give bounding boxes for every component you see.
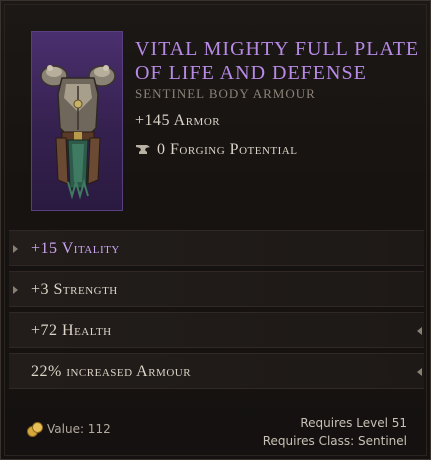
tier-arrow-icon [417,368,422,376]
forging-potential: 0 Forging Potential [135,141,297,159]
item-value-label: Value: 112 [47,422,111,436]
armor-stat: +145 Armor [135,112,221,129]
affix-row: +15 Vitality [9,230,424,266]
item-name: Vital Mighty Full Plate of Life and Defe… [135,38,420,84]
affix-label: +72 Health [31,322,112,339]
item-type: Sentinel Body Armour [135,86,316,101]
affix-label: +3 Strength [31,281,118,298]
affix-list: +15 Vitality +3 Strength +72 Health 22% … [9,230,424,394]
gold-coins-icon [27,422,43,437]
tier-arrow-icon [417,327,422,335]
affix-row: +72 Health [9,312,424,348]
affix-row: 22% increased Armour [9,353,424,389]
affix-label: 22% increased Armour [31,363,192,380]
tier-arrow-icon [13,245,18,253]
item-tooltip: Vital Mighty Full Plate of Life and Defe… [0,0,431,460]
forging-potential-label: 0 Forging Potential [157,141,298,158]
item-image [31,31,123,211]
tier-arrow-icon [13,286,18,294]
affix-row: +3 Strength [9,271,424,307]
requirements: Requires Level 51 Requires Class: Sentin… [263,414,407,450]
requires-class: Requires Class: Sentinel [262,434,407,448]
anvil-icon [136,145,150,154]
affix-label: +15 Vitality [31,240,120,257]
requires-level: Requires Level 51 [300,416,407,430]
item-value: Value: 112 [27,422,111,437]
body-armour-icon [40,65,116,200]
